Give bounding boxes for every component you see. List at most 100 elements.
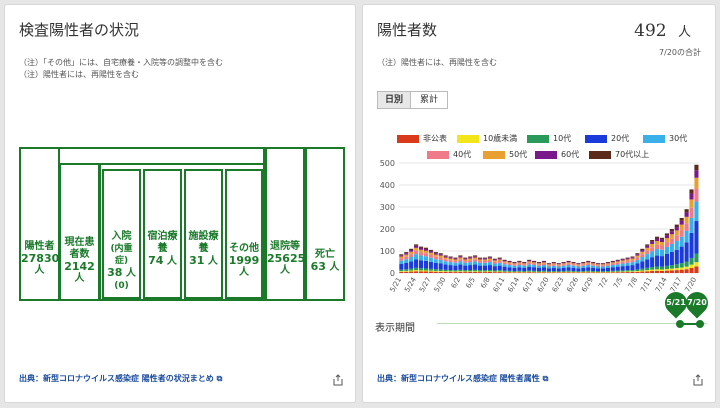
- bar-segment: [404, 271, 409, 273]
- bar-segment: [492, 261, 497, 264]
- legend-swatch: [643, 135, 665, 143]
- bar-segment: [571, 263, 576, 265]
- bar-segment: [482, 257, 488, 259]
- hotel-label: 宿泊療養: [147, 231, 178, 254]
- bar-segment: [645, 250, 650, 255]
- bar-segment: [679, 224, 684, 231]
- bar-segment: [507, 267, 512, 271]
- bar-segment: [448, 258, 453, 261]
- bar-segment: [645, 259, 650, 268]
- bar-segment: [664, 238, 669, 243]
- bar-segment: [423, 271, 429, 273]
- bar-segment: [551, 271, 556, 272]
- bar-segment: [635, 254, 640, 256]
- tab-cumulative[interactable]: 累計: [410, 91, 448, 109]
- bar-segment: [659, 270, 665, 273]
- bar-segment: [561, 264, 566, 266]
- bar-segment: [404, 262, 409, 270]
- bar-segment: [527, 261, 532, 263]
- bar-segment: [576, 266, 581, 269]
- x-tick-label: 7/14: [654, 276, 669, 294]
- bar-segment: [581, 264, 586, 266]
- bar-segment: [428, 249, 433, 252]
- bar-segment: [458, 259, 463, 262]
- current-unit: 人: [74, 273, 85, 284]
- bar-segment: [453, 270, 458, 272]
- bar-segment: [453, 259, 458, 261]
- bar-segment: [645, 254, 650, 260]
- bar-segment: [414, 245, 419, 248]
- bar-segment: [561, 272, 566, 273]
- bar-segment: [694, 221, 699, 254]
- x-tick-label: 7/11: [639, 276, 654, 294]
- bar-segment: [468, 272, 473, 273]
- bar-segment: [532, 263, 537, 266]
- bar-segment: [423, 253, 429, 257]
- bar-segment: [659, 237, 665, 240]
- range-start-handle[interactable]: [676, 320, 684, 328]
- bar-segment: [630, 265, 635, 271]
- bar-segment: [482, 259, 488, 261]
- bar-segment: [409, 270, 414, 272]
- bar-segment: [630, 257, 635, 259]
- bar-segment: [527, 262, 532, 265]
- bar-segment: [645, 244, 650, 246]
- bar-segment: [615, 272, 620, 273]
- bar-segment: [443, 264, 448, 270]
- bar-segment: [630, 271, 635, 273]
- range-end-handle[interactable]: [696, 320, 704, 328]
- bar-segment: [487, 265, 492, 271]
- bar-segment: [581, 265, 586, 268]
- bar-segment: [669, 229, 674, 232]
- bar-segment: [679, 220, 684, 225]
- bar-segment: [399, 254, 404, 256]
- range-start-label: 5/21: [666, 298, 686, 307]
- bar-segment: [556, 271, 561, 273]
- bar-segment: [659, 239, 665, 243]
- source-link[interactable]: 出典：新型コロナウイルス感染症 陽性者の状況まとめ ⧉: [19, 373, 222, 384]
- bar-segment: [596, 264, 601, 266]
- y-tick-label: 0: [390, 269, 395, 278]
- bar-segment: [541, 263, 547, 266]
- bar-segment: [566, 267, 571, 271]
- bar-segment: [600, 263, 606, 265]
- bar-segment: [492, 266, 497, 271]
- bar-segment: [492, 272, 497, 273]
- bar-segment: [423, 268, 429, 271]
- bar-segment: [596, 263, 601, 265]
- bar-segment: [433, 254, 438, 257]
- bar-segment: [502, 270, 507, 272]
- bar-segment: [443, 257, 448, 260]
- bar-segment: [605, 263, 610, 265]
- bar-segment: [502, 259, 507, 261]
- bar-segment: [453, 271, 458, 273]
- bar-segment: [645, 270, 650, 272]
- bar-segment: [694, 164, 699, 171]
- bar-segment: [527, 266, 532, 271]
- hotel-unit: 人: [166, 256, 177, 267]
- tab-daily[interactable]: 日別: [377, 91, 411, 109]
- bar-segment: [576, 264, 581, 266]
- bar-segment: [492, 259, 497, 261]
- bar-segment: [669, 234, 674, 239]
- bar-segment: [546, 265, 551, 267]
- bar-segment: [615, 270, 620, 272]
- bar-segment: [433, 259, 438, 263]
- share-icon[interactable]: [333, 374, 343, 386]
- bar-segment: [566, 260, 571, 262]
- bar-segment: [655, 255, 660, 267]
- bar-segment: [546, 266, 551, 269]
- bar-segment: [522, 271, 527, 272]
- bar-segment: [423, 247, 429, 249]
- other-value: 1999: [228, 254, 260, 267]
- share-icon[interactable]: [693, 374, 703, 386]
- bar-segment: [566, 261, 571, 263]
- bar-segment: [423, 256, 429, 261]
- bar-segment: [418, 268, 424, 271]
- source-link[interactable]: 出典：新型コロナウイルス感染症 陽性者属性 ⧉: [377, 373, 548, 384]
- external-link-icon: ⧉: [216, 374, 223, 383]
- other-box: その他 1999 人: [225, 169, 263, 299]
- bar-segment: [659, 269, 665, 271]
- bar-segment: [487, 271, 492, 273]
- bar-segment: [630, 262, 635, 266]
